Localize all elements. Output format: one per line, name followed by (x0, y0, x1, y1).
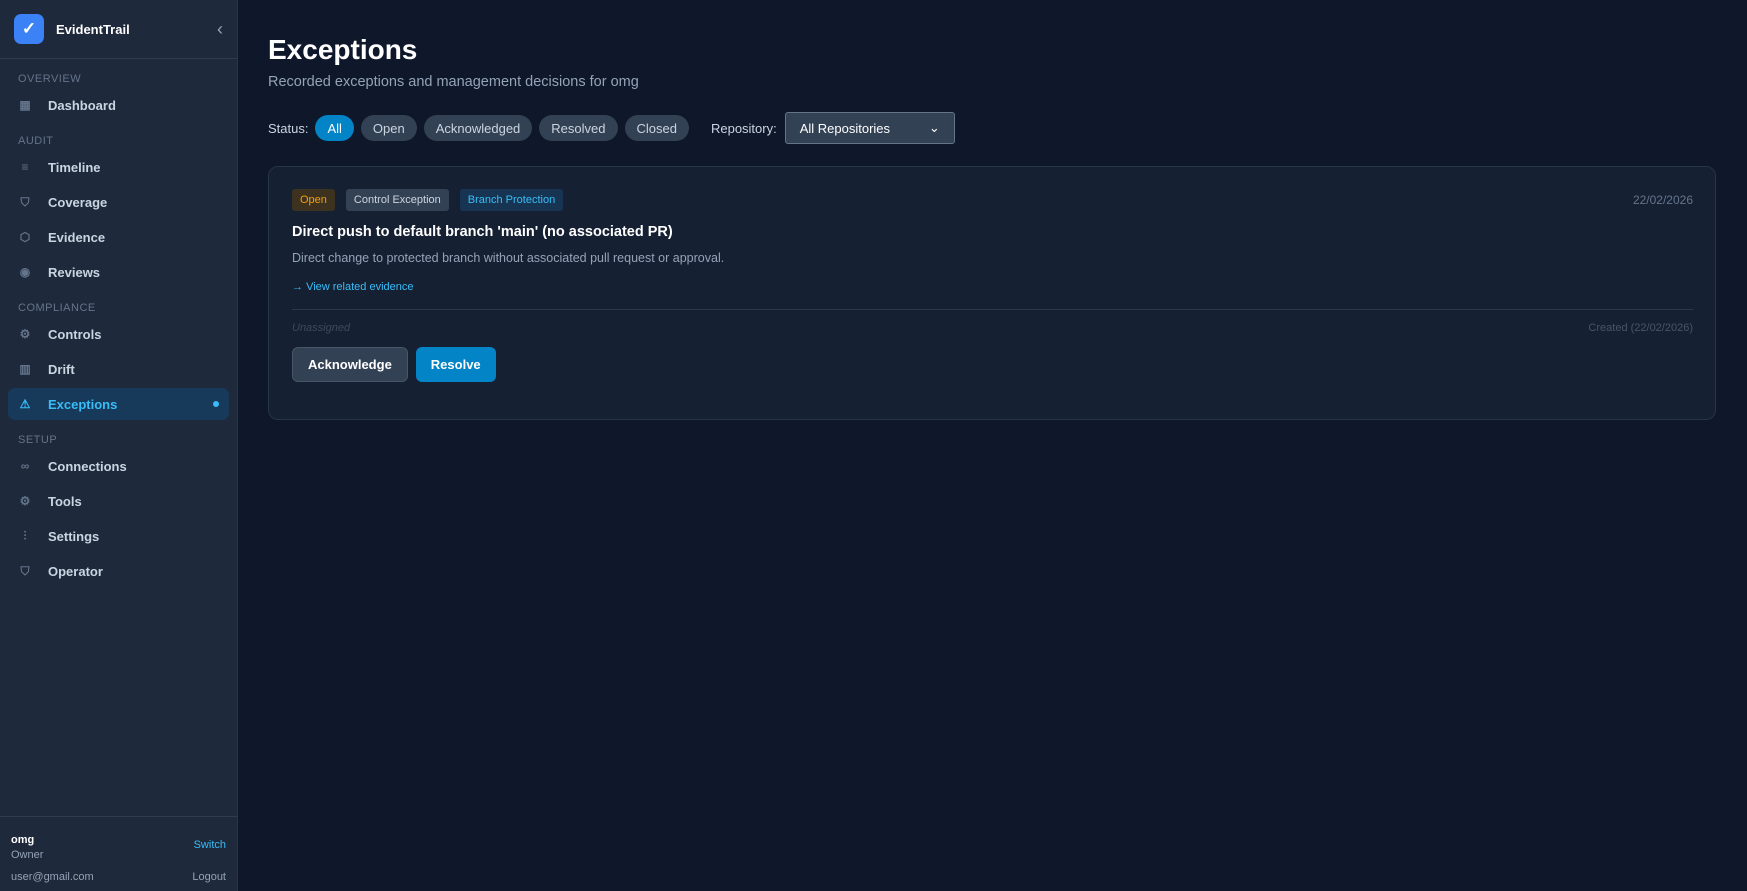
sidebar-item-label: Timeline (48, 159, 101, 175)
sidebar-item-drift[interactable]: ▥ Drift (8, 353, 229, 385)
status-filter-resolved[interactable]: Resolved (539, 115, 618, 141)
exception-card: Open Control Exception Branch Protection… (268, 166, 1716, 420)
user-email: user@gmail.com (11, 871, 94, 883)
page-title: Exceptions (268, 34, 418, 65)
repository-value: All Repositories (799, 120, 891, 136)
check-logo-icon: ✓ (14, 14, 44, 44)
sidebar-item-label: Exceptions (48, 396, 118, 412)
shield-icon: ⛉ (20, 194, 30, 209)
sidebar-item-operator[interactable]: ⛉ Operator (8, 555, 229, 587)
status-filter-open[interactable]: Open (360, 115, 417, 141)
status-badge: Open (292, 189, 335, 211)
sidebar: ✓ EvidentTrail ‹ OVERVIEW ▦ Dashboard AUDIT… (0, 0, 238, 891)
category-badge: Branch Protection (459, 189, 564, 211)
active-dot (213, 401, 219, 407)
gear-icon: ⚙ (19, 494, 31, 508)
nav-section-label: AUDIT (18, 135, 54, 147)
sidebar-item-evidence[interactable]: ⬡ Evidence (8, 221, 229, 253)
arrow-right-icon: → (292, 281, 307, 293)
sidebar-item-tools[interactable]: ⚙ Tools (8, 485, 229, 517)
nav-section-label: SETUP (18, 434, 58, 446)
sidebar-item-dashboard[interactable]: ▦ Dashboard (8, 89, 229, 121)
created-date: Created (22/02/2026) (1588, 322, 1693, 334)
type-badge: Control Exception (345, 189, 449, 211)
gear-icon: ⚙ (19, 327, 31, 341)
chevron-left-icon[interactable]: ‹ (217, 19, 223, 40)
filter-bar: Status: All Open Acknowledged Resolved Close… (268, 112, 1716, 144)
sidebar-item-label: Drift (48, 361, 75, 377)
link-label: View related evidence (306, 281, 414, 293)
sidebar-item-coverage[interactable]: ⛉ Coverage (8, 186, 229, 218)
lines-icon: ≡ (21, 160, 29, 174)
sidebar-item-label: Controls (48, 326, 102, 342)
page-subtitle: Recorded exceptions and management decis… (268, 74, 639, 90)
exception-description: Direct change to protected branch withou… (292, 251, 725, 265)
sidebar-item-label: Tools (48, 493, 82, 509)
status-filter-acknowledged[interactable]: Acknowledged (423, 115, 533, 141)
sidebar-item-reviews[interactable]: ◉ Reviews (8, 256, 229, 288)
divider (292, 309, 1693, 310)
exception-title: Direct push to default branch 'main' (no… (292, 224, 673, 240)
acknowledge-button[interactable]: Acknowledge (292, 347, 408, 382)
chevron-down-icon: ⌄ (928, 120, 940, 135)
link-icon: ∞ (20, 459, 30, 473)
repository-label: Repository: (710, 120, 777, 136)
sidebar-item-label: Settings (48, 528, 100, 544)
app-name: EvidentTrail (56, 21, 130, 37)
sidebar-item-label: Connections (48, 458, 127, 474)
box-icon: ⬡ (19, 230, 31, 244)
bar-chart-icon: ▥ (19, 362, 31, 376)
org-name: omg (11, 834, 35, 846)
shield-icon: ⛉ (20, 563, 30, 578)
sidebar-item-connections[interactable]: ∞ Connections (8, 450, 229, 482)
sidebar-item-timeline[interactable]: ≡ Timeline (8, 151, 229, 183)
sidebar-item-exceptions[interactable]: ⚠ Exceptions (8, 388, 229, 420)
grid-icon: ▦ (19, 98, 31, 112)
brand: ✓ EvidentTrail ‹ (0, 0, 237, 59)
warning-icon: ⚠ (19, 397, 31, 411)
resolve-button[interactable]: Resolve (415, 347, 496, 382)
switch-link[interactable]: Switch (194, 839, 226, 851)
sliders-icon: ⫶ (23, 528, 27, 543)
status-label: Status: (268, 120, 309, 136)
eye-icon: ◉ (19, 265, 31, 279)
exception-date: 22/02/2026 (1632, 193, 1693, 207)
view-evidence-link[interactable]: → View related evidence (292, 281, 413, 293)
sidebar-item-label: Coverage (48, 194, 108, 210)
sidebar-item-label: Reviews (48, 264, 101, 280)
sidebar-item-label: Operator (48, 563, 103, 579)
sidebar-item-controls[interactable]: ⚙ Controls (8, 318, 229, 350)
status-filter-closed[interactable]: Closed (624, 115, 689, 141)
main-content: Exceptions Recorded exceptions and manag… (268, 0, 1716, 420)
status-filter-all[interactable]: All (315, 115, 354, 141)
nav-section-label: COMPLIANCE (18, 302, 96, 314)
sidebar-item-label: Evidence (48, 229, 106, 245)
nav-section-label: OVERVIEW (18, 73, 82, 85)
sidebar-item-label: Dashboard (48, 97, 116, 113)
account-footer: omg Switch Owner user@gmail.com Logout (0, 816, 237, 891)
sidebar-item-settings[interactable]: ⫶ Settings (8, 520, 229, 552)
logout-link[interactable]: Logout (192, 871, 226, 883)
assignee: Unassigned (292, 322, 351, 334)
repository-select[interactable]: All Repositories ⌄ (784, 112, 955, 144)
